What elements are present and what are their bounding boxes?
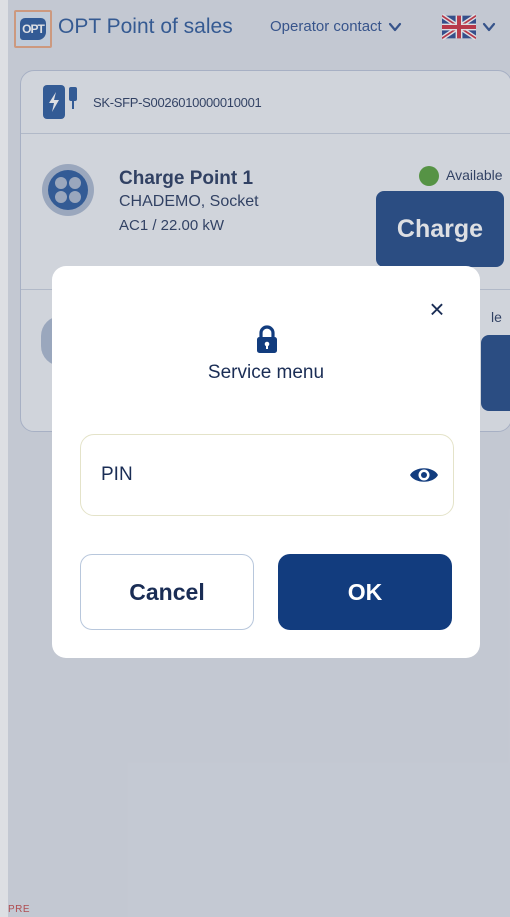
eye-icon[interactable] <box>409 465 439 485</box>
ok-button[interactable]: OK <box>278 554 452 630</box>
dialog-title: Service menu <box>207 362 325 383</box>
pin-input[interactable] <box>99 457 403 493</box>
close-icon[interactable]: × <box>424 296 450 322</box>
lock-icon <box>257 325 277 353</box>
pin-field <box>80 434 454 516</box>
cancel-button[interactable]: Cancel <box>80 554 254 630</box>
service-menu-dialog: × Service menu Cancel OK <box>52 266 480 658</box>
